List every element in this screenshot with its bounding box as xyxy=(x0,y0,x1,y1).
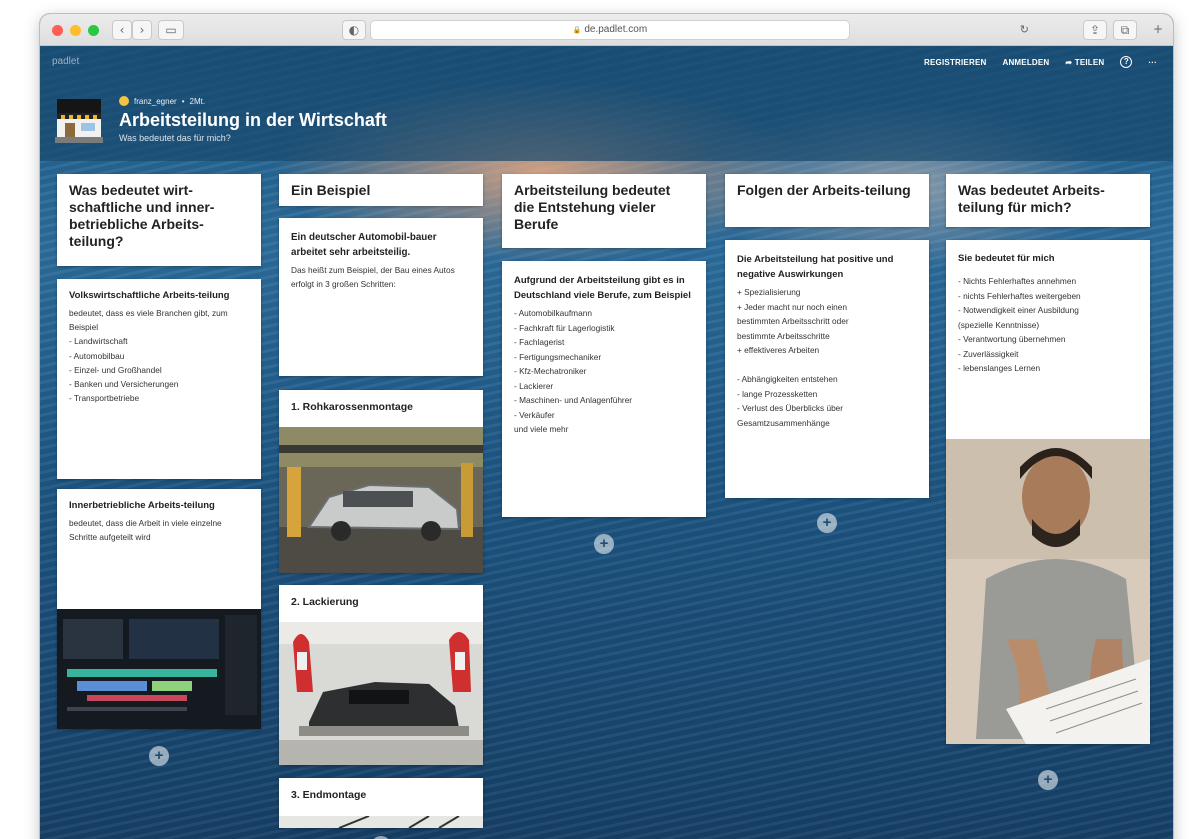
new-tab-icon[interactable]: + xyxy=(1147,20,1169,40)
sidebar-toggle-button[interactable]: ▭ xyxy=(158,20,184,40)
avatar[interactable] xyxy=(119,96,129,106)
privacy-shield-icon[interactable]: ◐ xyxy=(342,20,366,40)
address-bar[interactable]: 🔒 de.padlet.com ↻ xyxy=(370,20,1029,40)
column-5: Was bedeutet Arbeits-teilung für mich? S… xyxy=(946,174,1150,839)
register-link[interactable]: REGISTRIEREN xyxy=(924,58,986,67)
board-header: padlet REGISTRIEREN ANMELDEN ➦ TEILEN ? … xyxy=(40,46,1173,161)
add-post-button[interactable]: + xyxy=(1038,770,1058,790)
column-title: Was bedeutet wirt-schaftliche und inner-… xyxy=(69,182,215,249)
column-title: Arbeitsteilung bedeutet die Entstehung v… xyxy=(514,182,671,232)
help-icon[interactable]: ? xyxy=(1120,56,1133,68)
post-card[interactable]: Volkswirtschaftliche Arbeits-teilung bed… xyxy=(57,279,261,479)
post-card[interactable]: 1. Rohkarossenmontage xyxy=(279,390,483,573)
post-title: Sie bedeutet für mich xyxy=(958,253,1055,264)
lock-icon: 🔒 xyxy=(572,27,582,34)
post-title: Die Arbeitsteilung hat positive und nega… xyxy=(737,254,894,280)
column-title: Ein Beispiel xyxy=(291,182,371,198)
back-button[interactable]: ‹ xyxy=(112,20,132,40)
board-title: Arbeitsteilung in der Wirtschaft xyxy=(119,110,387,130)
share-label: TEILEN xyxy=(1074,57,1105,67)
column-2: Ein Beispiel Ein deutscher Automobil-bau… xyxy=(279,174,483,839)
column-4: Folgen der Arbeits-teilung Die Arbeitste… xyxy=(725,174,929,839)
post-card[interactable]: Innerbetriebliche Arbeits-teilung bedeut… xyxy=(57,489,261,729)
column-title: Folgen der Arbeits-teilung xyxy=(737,182,911,198)
post-body: bedeutet, dass die Arbeit in viele einze… xyxy=(69,518,222,543)
screenshot: ‹ › ▭ ◐ 🔒 de.padlet.com ↻ ⇪ ⧉ + padlet R… xyxy=(0,0,1189,839)
zoom-window-button[interactable] xyxy=(88,25,99,36)
post-card[interactable]: Ein deutscher Automobil-bauer arbeitet s… xyxy=(279,218,483,376)
post-title: 2. Lackierung xyxy=(291,596,359,608)
share-arrow-icon: ➦ xyxy=(1065,57,1073,67)
padlet-wordmark[interactable]: padlet xyxy=(52,56,79,67)
post-body: - Nichts Fehlerhaftes annehmen - nichts … xyxy=(958,276,1081,373)
board-meta: franz_egner • 2Mt. xyxy=(119,96,205,106)
video-editing-image xyxy=(57,609,261,729)
board-subtitle: Was bedeutet das für mich? xyxy=(119,133,231,143)
post-title: 1. Rohkarossenmontage xyxy=(291,401,413,413)
post-body: - Automobilkaufmann - Fachkraft für Lage… xyxy=(514,308,633,434)
header-links: REGISTRIEREN ANMELDEN ➦ TEILEN ? ··· xyxy=(924,56,1157,68)
minimize-window-button[interactable] xyxy=(70,25,81,36)
browser-toolbar: ‹ › ▭ ◐ 🔒 de.padlet.com ↻ ⇪ ⧉ + xyxy=(40,14,1173,46)
board-logo-icon xyxy=(55,99,103,143)
man-writing-image xyxy=(946,439,1150,744)
reload-icon[interactable]: ↻ xyxy=(1020,21,1029,39)
close-window-button[interactable] xyxy=(52,25,63,36)
author-name[interactable]: franz_egner xyxy=(134,97,177,106)
column-header: Was bedeutet Arbeits-teilung für mich? xyxy=(946,174,1150,227)
post-body: + Spezialisierung + Jeder macht nur noch… xyxy=(737,287,849,428)
share-icon[interactable]: ⇪ xyxy=(1083,20,1107,40)
forward-button[interactable]: › xyxy=(132,20,152,40)
url-text: de.padlet.com xyxy=(584,24,648,35)
post-title: Ein deutscher Automobil-bauer arbeitet s… xyxy=(291,232,437,258)
post-card[interactable]: Die Arbeitsteilung hat positive und nega… xyxy=(725,240,929,498)
post-card[interactable]: Aufgrund der Arbeitsteilung gibt es in D… xyxy=(502,261,706,517)
post-title: Volkswirtschaftliche Arbeits-teilung xyxy=(69,290,230,301)
share-button[interactable]: ➦ TEILEN xyxy=(1065,58,1104,67)
column-header: Ein Beispiel xyxy=(279,174,483,206)
column-header: Folgen der Arbeits-teilung xyxy=(725,174,929,227)
post-card[interactable]: 3. Endmontage xyxy=(279,778,483,828)
column-title: Was bedeutet Arbeits-teilung für mich? xyxy=(958,182,1105,215)
add-post-button[interactable]: + xyxy=(594,534,614,554)
more-menu-icon[interactable]: ··· xyxy=(1148,58,1157,67)
column-header: Was bedeutet wirt-schaftliche und inner-… xyxy=(57,174,261,266)
add-post-button[interactable]: + xyxy=(817,513,837,533)
post-title: Innerbetriebliche Arbeits-teilung xyxy=(69,500,215,511)
padlet-board: padlet REGISTRIEREN ANMELDEN ➦ TEILEN ? … xyxy=(40,46,1173,839)
post-time: 2Mt. xyxy=(189,96,206,106)
post-card[interactable]: Sie bedeutet für mich - Nichts Fehlerhaf… xyxy=(946,240,1150,744)
post-card[interactable]: 2. Lackierung xyxy=(279,585,483,765)
post-title: 3. Endmontage xyxy=(291,789,367,801)
column-header: Arbeitsteilung bedeutet die Entstehung v… xyxy=(502,174,706,248)
meta-separator: • xyxy=(181,96,185,106)
login-link[interactable]: ANMELDEN xyxy=(1002,58,1049,67)
browser-window: ‹ › ▭ ◐ 🔒 de.padlet.com ↻ ⇪ ⧉ + padlet R… xyxy=(40,14,1173,839)
car-body-assembly-image xyxy=(279,427,483,573)
final-assembly-image xyxy=(279,816,483,828)
column-3: Arbeitsteilung bedeutet die Entstehung v… xyxy=(502,174,706,839)
column-1: Was bedeutet wirt-schaftliche und inner-… xyxy=(57,174,261,839)
post-title: Aufgrund der Arbeitsteilung gibt es in D… xyxy=(514,275,691,301)
post-body: Das heißt zum Beispiel, der Bau eines Au… xyxy=(291,265,455,290)
tabs-overview-icon[interactable]: ⧉ xyxy=(1113,20,1137,40)
add-post-button[interactable]: + xyxy=(149,746,169,766)
car-painting-robots-image xyxy=(279,622,483,765)
post-body: bedeutet, dass es viele Branchen gibt, z… xyxy=(69,308,228,404)
